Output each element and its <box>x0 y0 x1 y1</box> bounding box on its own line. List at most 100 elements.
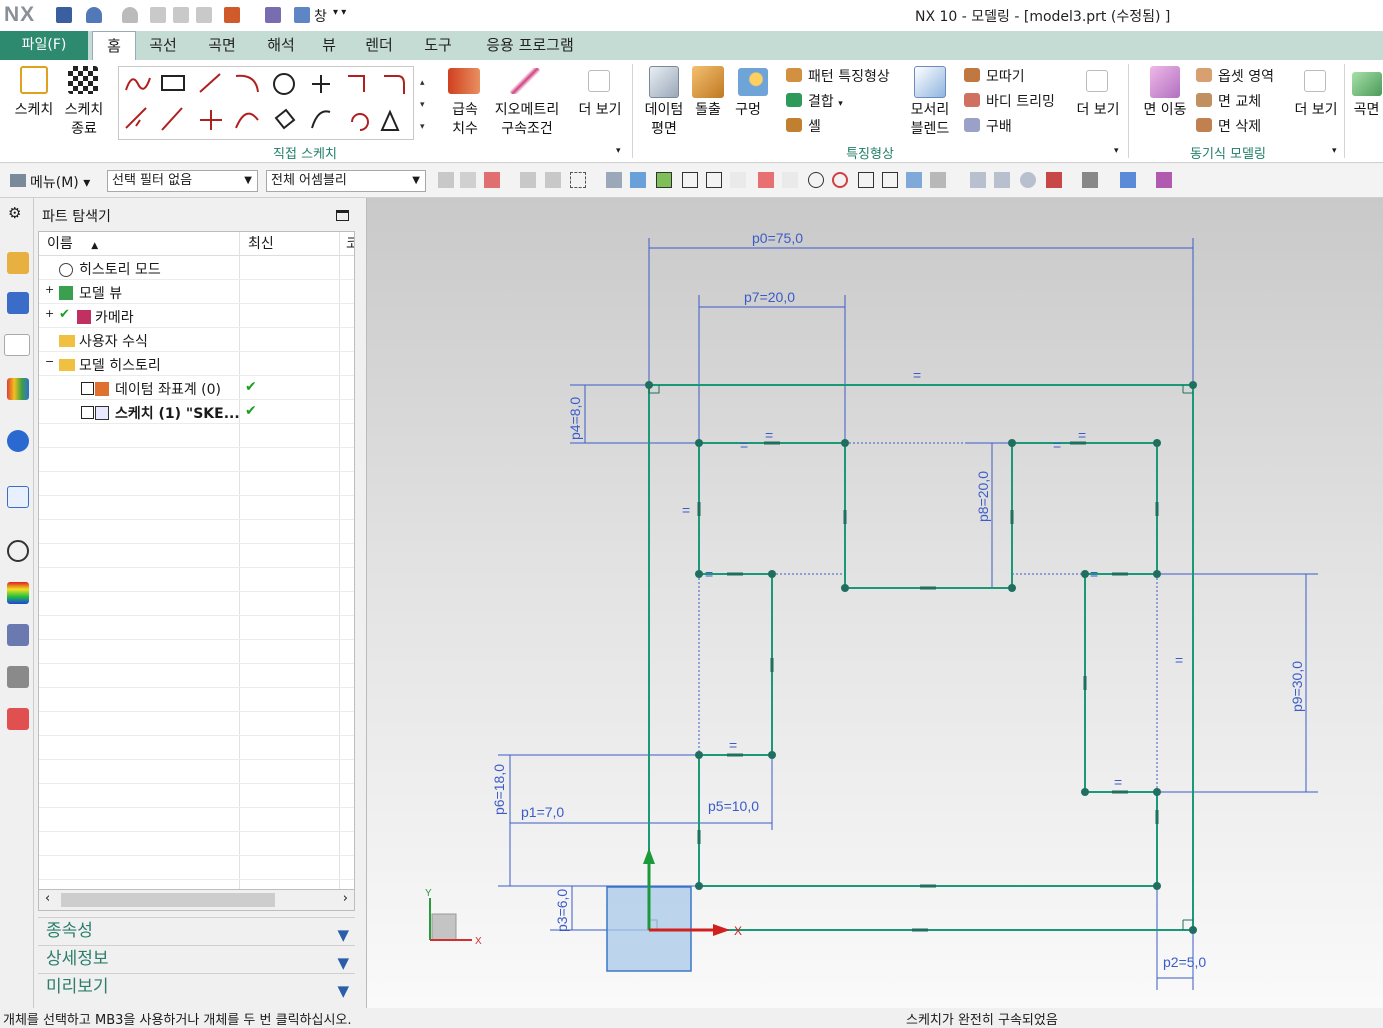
unite-icon[interactable] <box>786 93 802 107</box>
undo-icon[interactable] <box>86 7 102 23</box>
sketch-drawing[interactable]: = = = = = = = = = = = p0=75,0 p7=20,0 p2=5,0 p1=… <box>366 198 1383 1008</box>
gear-icon[interactable]: ⚙ <box>8 204 21 222</box>
draft-icon[interactable] <box>964 118 980 132</box>
sketch-button[interactable]: 스케치 <box>10 101 58 120</box>
dimension-p5[interactable]: p5=10,0 <box>708 798 759 814</box>
tab-application[interactable]: 응용 프로그램 <box>472 31 588 60</box>
selection-mode-icon[interactable] <box>484 172 500 188</box>
datum-plane-icon[interactable] <box>649 66 679 98</box>
roles-icon[interactable] <box>7 708 29 730</box>
shell-icon[interactable] <box>786 118 802 132</box>
checkbox-icon[interactable] <box>81 382 94 395</box>
chevron-down-icon[interactable]: ▾ <box>616 146 621 156</box>
dimension-p2[interactable]: p2=5,0 <box>1163 954 1206 970</box>
part-navigator-icon[interactable] <box>4 334 30 356</box>
delete-face-button[interactable]: 면 삭제 <box>1218 116 1261 136</box>
delete-face-icon[interactable] <box>1196 118 1212 132</box>
dimension-p1[interactable]: p1=7,0 <box>521 804 564 820</box>
datum-plane-button[interactable]: 데이텀 평면 <box>638 101 690 139</box>
hole-button[interactable]: 구멍 <box>730 101 766 120</box>
web-browser-icon[interactable] <box>7 430 29 452</box>
pattern-feature-icon[interactable] <box>786 68 802 82</box>
trim-body-button[interactable]: 바디 트리밍 <box>986 91 1055 111</box>
column-header-name[interactable]: 이름 ▲ <box>39 232 239 256</box>
intersection-icon[interactable] <box>782 172 798 188</box>
trim-body-icon[interactable] <box>964 93 980 107</box>
rapid-dimension-icon[interactable] <box>448 68 480 94</box>
tab-tools[interactable]: 도구 <box>412 31 464 60</box>
tab-view[interactable]: 뷰 <box>313 31 345 60</box>
sketch-tools-icons[interactable] <box>120 68 412 138</box>
file-tab[interactable]: 파일(F) <box>0 31 88 60</box>
tree-row[interactable]: 데이텀 좌표계 (0) ✔ <box>39 376 354 400</box>
panel-details[interactable]: 상세정보 ▼ <box>38 945 355 972</box>
more-button-2[interactable]: 더 보기 <box>1072 101 1124 120</box>
chevron-down-icon[interactable]: ▾ <box>1332 146 1337 156</box>
quadrant-icon[interactable] <box>832 172 848 188</box>
endpoint-snap-icon[interactable] <box>682 172 698 188</box>
tab-analysis[interactable]: 해석 <box>255 31 307 60</box>
menu-button[interactable]: 메뉴(M) ▾ <box>30 172 90 192</box>
process-studio-icon[interactable] <box>7 624 29 646</box>
window-icon[interactable] <box>294 7 310 23</box>
view-triad-cube[interactable] <box>431 913 457 941</box>
edge-blend-button[interactable]: 모서리 블렌드 <box>898 101 962 139</box>
reuse-library-icon[interactable] <box>7 378 29 400</box>
rotate-icon[interactable] <box>1020 172 1036 188</box>
arc-center-icon[interactable] <box>808 172 824 188</box>
save-icon[interactable] <box>56 7 72 23</box>
visibility-icon[interactable] <box>1120 172 1136 188</box>
point-on-face-icon[interactable] <box>906 172 922 188</box>
finish-flag-icon[interactable] <box>68 66 98 94</box>
assembly-navigator-icon[interactable] <box>7 252 29 274</box>
paste-icon[interactable] <box>196 7 212 23</box>
sketch-icon[interactable] <box>20 66 48 94</box>
finish-sketch-button[interactable]: 스케치 종료 <box>60 101 108 139</box>
chamfer-button[interactable]: 모따기 <box>986 66 1025 86</box>
window-menu[interactable]: 창 <box>314 6 327 26</box>
extrude-icon[interactable] <box>692 66 724 98</box>
gallery-scroll[interactable]: ▴ ▾ ▾ <box>420 72 425 138</box>
move-face-button[interactable]: 면 이동 <box>1138 101 1192 120</box>
snap-point-icon[interactable] <box>656 172 672 188</box>
tree-row[interactable]: 사용자 수식 <box>39 328 354 352</box>
point-on-curve-icon[interactable] <box>882 172 898 188</box>
selection-filter-select[interactable]: 선택 필터 없음 ▼ <box>107 170 258 192</box>
offset-region-button[interactable]: 옵셋 영역 <box>1218 66 1274 86</box>
geometric-constraints-icon[interactable] <box>510 68 540 94</box>
select-all-icon[interactable] <box>520 172 536 188</box>
deselect-icon[interactable] <box>545 172 561 188</box>
tree-row[interactable]: 스케치 (1) "SKE... ✔ <box>39 400 354 424</box>
scroll-left-icon[interactable]: ‹ <box>45 891 50 906</box>
scroll-thumb[interactable] <box>61 893 275 907</box>
draft-button[interactable]: 구배 <box>986 116 1012 136</box>
dimension-p9[interactable]: p9=30,0 <box>1289 661 1305 712</box>
touch-mode-icon[interactable] <box>265 7 281 23</box>
menu-icon[interactable] <box>10 174 26 187</box>
more-button-1[interactable]: 더 보기 <box>574 101 626 120</box>
shell-button[interactable]: 셸 <box>808 116 821 136</box>
more-icon[interactable] <box>1086 70 1108 92</box>
tab-surface[interactable]: 곡면 <box>196 31 248 60</box>
dimension-p4[interactable]: p4=8,0 <box>567 397 583 440</box>
edge-blend-icon[interactable] <box>914 66 946 98</box>
column-header-extra[interactable]: 코 <box>339 232 354 256</box>
dimension-p8[interactable]: p8=20,0 <box>975 471 991 522</box>
zoom-icon[interactable] <box>994 172 1010 188</box>
panel-preview[interactable]: 미리보기 ▼ <box>38 973 355 1000</box>
dimension-p3[interactable]: p3=6,0 <box>554 889 570 932</box>
pattern-feature-button[interactable]: 패턴 특징형상 <box>808 66 890 86</box>
view-fit-icon[interactable] <box>970 172 986 188</box>
extrude-button[interactable]: 돌출 <box>688 101 728 120</box>
assembly-scope-select[interactable]: 전체 어셈블리 ▼ <box>266 170 426 192</box>
assembly-filter-icon[interactable] <box>438 172 454 188</box>
replace-face-button[interactable]: 면 교체 <box>1218 91 1261 111</box>
rapid-dimension-button[interactable]: 급속 치수 <box>440 101 490 139</box>
tree-row[interactable]: 히스토리 모드 <box>39 256 354 280</box>
chevron-down-icon[interactable]: ▾ ▾ <box>333 7 346 18</box>
move-face-icon[interactable] <box>1150 66 1180 98</box>
chevron-down-icon[interactable]: ▾ <box>1114 146 1119 156</box>
control-point-icon[interactable] <box>758 172 774 188</box>
dimension-p0[interactable]: p0=75,0 <box>752 230 803 246</box>
more-button-3[interactable]: 더 보기 <box>1290 101 1342 120</box>
